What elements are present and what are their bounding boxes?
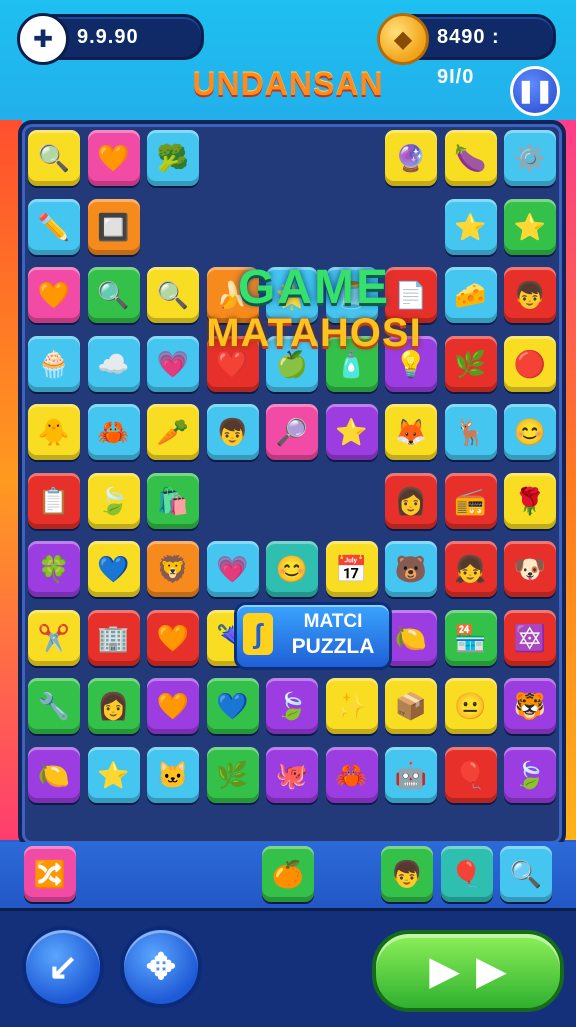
game-tile[interactable]: 🐥 <box>28 404 80 460</box>
pause-button[interactable]: ❚❚ <box>510 66 560 116</box>
game-tile[interactable]: 😐 <box>444 678 497 734</box>
game-board: 🔍 🧡 🥦 🔮 🍆 ⚙️ ✏️ 🔲 ⭐ ⭐ 🧡 🔍 🔍 🍌 🌟 🫙 📄 🧀 👦 🧁 ☁️ 💗 ❤️ 🍏 🧴 💡 🌿 🔴 🐥 🦀 🥕 👦 🔎 ⭐ 🦊 🦌… <box>18 120 566 848</box>
score-counter: ◆ 8490 : 9I/0 <box>377 13 556 88</box>
match-puzzle-badge: ʃ MATCI PUZZLA <box>234 602 392 670</box>
logo-line-1: GAME <box>238 261 390 314</box>
game-tile[interactable]: ⭐ <box>87 746 140 803</box>
shuffle-puzzle-icon: ✥ <box>145 946 177 987</box>
game-tile[interactable]: 🔲 <box>87 198 140 255</box>
game-tile[interactable]: 🧁 <box>28 335 80 392</box>
game-tile[interactable]: 🍋 <box>28 746 80 803</box>
badge-line-2: PUZZLA <box>291 635 375 658</box>
puzzle-logo-icon: ʃ <box>243 613 273 655</box>
game-tile[interactable]: 🦊 <box>385 404 437 460</box>
game-tile[interactable]: 🔧 <box>28 678 80 734</box>
pause-icon: ❚❚ <box>516 78 554 103</box>
game-tile[interactable]: 🤖 <box>385 746 437 803</box>
game-tile[interactable]: 🧡 <box>87 130 140 186</box>
game-tile[interactable]: ✏️ <box>28 198 80 255</box>
game-tile[interactable]: 💙 <box>87 541 140 597</box>
game-tile[interactable]: 🧡 <box>28 267 80 323</box>
game-tile[interactable]: 🔯 <box>504 609 556 666</box>
game-tile[interactable]: ⭐ <box>504 198 556 255</box>
game-tile[interactable]: 🍆 <box>444 130 497 186</box>
game-tile[interactable]: 🧡 <box>147 609 199 666</box>
game-tile[interactable]: ⭐ <box>325 404 378 460</box>
game-tile[interactable]: 📅 <box>325 541 378 597</box>
game-tile[interactable]: 💗 <box>206 541 259 597</box>
game-tile[interactable]: 🦌 <box>444 404 497 460</box>
game-tile[interactable]: 🦀 <box>87 404 140 460</box>
game-tile[interactable]: 🍃 <box>87 472 140 529</box>
game-logo-banner: GAME MATAHOSI <box>174 260 454 378</box>
undo-arrow-icon: ↙ <box>47 946 79 987</box>
gold-coin-icon: ◆ <box>377 13 429 65</box>
level-title: UNDANSAN <box>192 66 384 102</box>
play-icon: ▶ <box>476 949 507 993</box>
tray-tile[interactable]: 🔀 <box>24 846 76 902</box>
game-tile[interactable]: 👩 <box>385 472 437 529</box>
coins-value: 9.9.90 <box>77 26 139 48</box>
game-tile[interactable]: 🛍️ <box>147 472 199 529</box>
game-tile[interactable]: 🔍 <box>87 267 140 323</box>
coins-counter: ✚ 9.9.90 <box>17 13 204 65</box>
game-tile[interactable]: 😊 <box>504 404 556 460</box>
game-tile[interactable]: 🌿 <box>206 746 259 803</box>
game-tile[interactable]: 🔍 <box>28 130 80 186</box>
game-tile[interactable]: 💙 <box>206 678 259 734</box>
game-tile[interactable]: 🏢 <box>87 609 140 666</box>
game-tile[interactable]: 👦 <box>504 267 556 323</box>
game-tile[interactable]: 📦 <box>385 678 437 734</box>
shuffle-button[interactable]: ✥ <box>120 926 202 1008</box>
play-button[interactable]: ▶ ▶ <box>372 930 564 1012</box>
tray-tile[interactable]: 👦 <box>381 846 433 902</box>
tile-tray: 🔀 🍊 👦 🎈 🔍 <box>0 842 576 908</box>
game-tile[interactable]: 🔎 <box>266 404 318 460</box>
game-tile[interactable]: 👦 <box>206 404 259 460</box>
logo-line-2: MATAHOSI <box>206 311 422 355</box>
game-tile[interactable]: 🍃 <box>266 678 318 734</box>
game-tile[interactable]: 🐙 <box>266 746 318 803</box>
game-tile[interactable]: ☁️ <box>87 335 140 392</box>
game-tile[interactable]: 🐱 <box>147 746 199 803</box>
game-tile[interactable]: 🐯 <box>504 678 556 734</box>
tray-tile[interactable]: 🎈 <box>440 846 493 902</box>
game-tile[interactable]: 🦁 <box>147 541 199 597</box>
game-tile[interactable]: 🎈 <box>444 746 497 803</box>
game-tile[interactable]: 🍀 <box>28 541 80 597</box>
game-tile[interactable]: ⭐ <box>444 198 497 255</box>
game-tile[interactable]: 👧 <box>444 541 497 597</box>
game-tile[interactable]: 🔮 <box>385 130 437 186</box>
game-tile[interactable]: 🐶 <box>504 541 556 597</box>
game-tile[interactable]: ✂️ <box>28 609 80 666</box>
game-tile[interactable]: 😊 <box>266 541 318 597</box>
game-tile[interactable]: 🍃 <box>504 746 556 803</box>
game-tile[interactable]: 🧡 <box>147 678 199 734</box>
play-icon: ▶ <box>429 949 460 993</box>
game-tile[interactable]: 🐻 <box>385 541 437 597</box>
game-tile[interactable]: 🍋 <box>385 609 437 666</box>
game-tile[interactable]: ⚙️ <box>504 130 556 186</box>
game-tile[interactable]: 🏪 <box>444 609 497 666</box>
badge-line-1: MATCI <box>303 611 363 632</box>
game-tile[interactable]: 🔴 <box>504 335 556 392</box>
undo-button[interactable]: ↙ <box>22 926 104 1008</box>
game-tile[interactable]: ✨ <box>325 678 378 734</box>
game-tile[interactable]: 👩 <box>87 678 140 734</box>
game-tile[interactable]: 🌹 <box>504 472 556 529</box>
game-tile[interactable]: 📋 <box>28 472 80 529</box>
tray-tile[interactable]: 🔍 <box>500 846 552 902</box>
game-tile[interactable]: 📻 <box>444 472 497 529</box>
puzzle-piece-icon: ✚ <box>17 13 69 65</box>
game-tile[interactable]: 🥕 <box>147 404 199 460</box>
game-tile[interactable]: 🦀 <box>325 746 378 803</box>
game-tile[interactable]: 🥦 <box>147 130 199 186</box>
tray-tile[interactable]: 🍊 <box>262 846 314 902</box>
